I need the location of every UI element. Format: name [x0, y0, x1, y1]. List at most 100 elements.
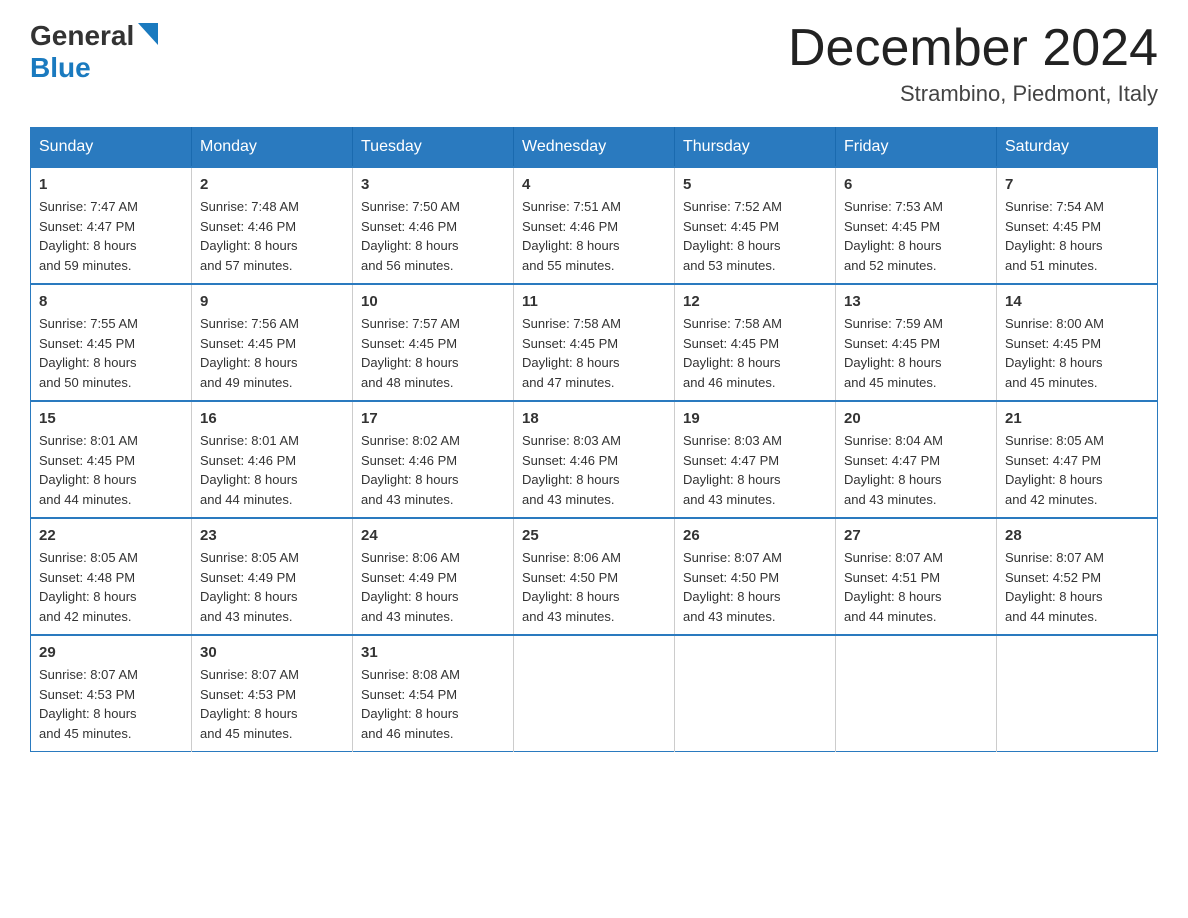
table-row: 18 Sunrise: 8:03 AMSunset: 4:46 PMDaylig… [514, 401, 675, 518]
table-row: 20 Sunrise: 8:04 AMSunset: 4:47 PMDaylig… [836, 401, 997, 518]
table-row: 10 Sunrise: 7:57 AMSunset: 4:45 PMDaylig… [353, 284, 514, 401]
day-info: Sunrise: 7:52 AMSunset: 4:45 PMDaylight:… [683, 199, 782, 273]
day-number: 16 [200, 410, 344, 427]
day-info: Sunrise: 8:07 AMSunset: 4:52 PMDaylight:… [1005, 550, 1104, 624]
calendar-week-5: 29 Sunrise: 8:07 AMSunset: 4:53 PMDaylig… [31, 635, 1158, 752]
day-info: Sunrise: 7:56 AMSunset: 4:45 PMDaylight:… [200, 316, 299, 390]
day-info: Sunrise: 8:03 AMSunset: 4:46 PMDaylight:… [522, 433, 621, 507]
day-info: Sunrise: 7:54 AMSunset: 4:45 PMDaylight:… [1005, 199, 1104, 273]
day-number: 31 [361, 644, 505, 661]
day-number: 19 [683, 410, 827, 427]
day-info: Sunrise: 7:58 AMSunset: 4:45 PMDaylight:… [522, 316, 621, 390]
table-row: 21 Sunrise: 8:05 AMSunset: 4:47 PMDaylig… [997, 401, 1158, 518]
table-row: 14 Sunrise: 8:00 AMSunset: 4:45 PMDaylig… [997, 284, 1158, 401]
calendar-header-row: Sunday Monday Tuesday Wednesday Thursday… [31, 128, 1158, 168]
table-row: 5 Sunrise: 7:52 AMSunset: 4:45 PMDayligh… [675, 167, 836, 284]
col-tuesday: Tuesday [353, 128, 514, 168]
page-header: General Blue December 2024 Strambino, Pi… [30, 20, 1158, 107]
day-number: 20 [844, 410, 988, 427]
table-row: 7 Sunrise: 7:54 AMSunset: 4:45 PMDayligh… [997, 167, 1158, 284]
day-info: Sunrise: 8:02 AMSunset: 4:46 PMDaylight:… [361, 433, 460, 507]
day-info: Sunrise: 8:07 AMSunset: 4:50 PMDaylight:… [683, 550, 782, 624]
day-info: Sunrise: 8:01 AMSunset: 4:46 PMDaylight:… [200, 433, 299, 507]
day-number: 10 [361, 293, 505, 310]
calendar-week-4: 22 Sunrise: 8:05 AMSunset: 4:48 PMDaylig… [31, 518, 1158, 635]
day-info: Sunrise: 8:07 AMSunset: 4:51 PMDaylight:… [844, 550, 943, 624]
table-row: 24 Sunrise: 8:06 AMSunset: 4:49 PMDaylig… [353, 518, 514, 635]
table-row: 25 Sunrise: 8:06 AMSunset: 4:50 PMDaylig… [514, 518, 675, 635]
day-info: Sunrise: 7:51 AMSunset: 4:46 PMDaylight:… [522, 199, 621, 273]
day-number: 8 [39, 293, 183, 310]
day-info: Sunrise: 8:00 AMSunset: 4:45 PMDaylight:… [1005, 316, 1104, 390]
day-number: 22 [39, 527, 183, 544]
day-number: 18 [522, 410, 666, 427]
calendar-week-2: 8 Sunrise: 7:55 AMSunset: 4:45 PMDayligh… [31, 284, 1158, 401]
col-thursday: Thursday [675, 128, 836, 168]
day-number: 9 [200, 293, 344, 310]
table-row: 2 Sunrise: 7:48 AMSunset: 4:46 PMDayligh… [192, 167, 353, 284]
day-info: Sunrise: 7:58 AMSunset: 4:45 PMDaylight:… [683, 316, 782, 390]
day-info: Sunrise: 8:05 AMSunset: 4:47 PMDaylight:… [1005, 433, 1104, 507]
table-row: 8 Sunrise: 7:55 AMSunset: 4:45 PMDayligh… [31, 284, 192, 401]
table-row: 30 Sunrise: 8:07 AMSunset: 4:53 PMDaylig… [192, 635, 353, 752]
day-number: 30 [200, 644, 344, 661]
day-number: 21 [1005, 410, 1149, 427]
logo-arrow-shape [138, 23, 158, 50]
logo-general-text: General [30, 20, 134, 52]
table-row: 17 Sunrise: 8:02 AMSunset: 4:46 PMDaylig… [353, 401, 514, 518]
day-info: Sunrise: 8:01 AMSunset: 4:45 PMDaylight:… [39, 433, 138, 507]
day-info: Sunrise: 8:04 AMSunset: 4:47 PMDaylight:… [844, 433, 943, 507]
day-info: Sunrise: 8:03 AMSunset: 4:47 PMDaylight:… [683, 433, 782, 507]
col-sunday: Sunday [31, 128, 192, 168]
day-number: 1 [39, 176, 183, 193]
page-subtitle: Strambino, Piedmont, Italy [788, 81, 1158, 107]
table-row: 22 Sunrise: 8:05 AMSunset: 4:48 PMDaylig… [31, 518, 192, 635]
logo: General Blue [30, 20, 158, 84]
day-number: 28 [1005, 527, 1149, 544]
day-info: Sunrise: 8:06 AMSunset: 4:49 PMDaylight:… [361, 550, 460, 624]
day-number: 7 [1005, 176, 1149, 193]
table-row [675, 635, 836, 752]
table-row: 1 Sunrise: 7:47 AMSunset: 4:47 PMDayligh… [31, 167, 192, 284]
day-number: 5 [683, 176, 827, 193]
day-number: 25 [522, 527, 666, 544]
day-number: 24 [361, 527, 505, 544]
table-row: 23 Sunrise: 8:05 AMSunset: 4:49 PMDaylig… [192, 518, 353, 635]
day-info: Sunrise: 8:07 AMSunset: 4:53 PMDaylight:… [200, 667, 299, 741]
day-info: Sunrise: 7:50 AMSunset: 4:46 PMDaylight:… [361, 199, 460, 273]
day-number: 29 [39, 644, 183, 661]
col-monday: Monday [192, 128, 353, 168]
day-info: Sunrise: 7:59 AMSunset: 4:45 PMDaylight:… [844, 316, 943, 390]
table-row [836, 635, 997, 752]
col-saturday: Saturday [997, 128, 1158, 168]
table-row: 13 Sunrise: 7:59 AMSunset: 4:45 PMDaylig… [836, 284, 997, 401]
logo-blue-text: Blue [30, 52, 91, 83]
day-info: Sunrise: 7:53 AMSunset: 4:45 PMDaylight:… [844, 199, 943, 273]
table-row: 31 Sunrise: 8:08 AMSunset: 4:54 PMDaylig… [353, 635, 514, 752]
day-number: 12 [683, 293, 827, 310]
title-section: December 2024 Strambino, Piedmont, Italy [788, 20, 1158, 107]
table-row: 29 Sunrise: 8:07 AMSunset: 4:53 PMDaylig… [31, 635, 192, 752]
day-number: 6 [844, 176, 988, 193]
col-friday: Friday [836, 128, 997, 168]
table-row: 11 Sunrise: 7:58 AMSunset: 4:45 PMDaylig… [514, 284, 675, 401]
day-info: Sunrise: 8:08 AMSunset: 4:54 PMDaylight:… [361, 667, 460, 741]
day-number: 23 [200, 527, 344, 544]
day-number: 17 [361, 410, 505, 427]
table-row: 19 Sunrise: 8:03 AMSunset: 4:47 PMDaylig… [675, 401, 836, 518]
calendar-week-3: 15 Sunrise: 8:01 AMSunset: 4:45 PMDaylig… [31, 401, 1158, 518]
table-row [514, 635, 675, 752]
day-info: Sunrise: 7:57 AMSunset: 4:45 PMDaylight:… [361, 316, 460, 390]
day-info: Sunrise: 8:07 AMSunset: 4:53 PMDaylight:… [39, 667, 138, 741]
table-row: 26 Sunrise: 8:07 AMSunset: 4:50 PMDaylig… [675, 518, 836, 635]
table-row: 28 Sunrise: 8:07 AMSunset: 4:52 PMDaylig… [997, 518, 1158, 635]
day-number: 14 [1005, 293, 1149, 310]
day-info: Sunrise: 7:47 AMSunset: 4:47 PMDaylight:… [39, 199, 138, 273]
calendar-table: Sunday Monday Tuesday Wednesday Thursday… [30, 127, 1158, 752]
table-row: 6 Sunrise: 7:53 AMSunset: 4:45 PMDayligh… [836, 167, 997, 284]
day-info: Sunrise: 8:05 AMSunset: 4:48 PMDaylight:… [39, 550, 138, 624]
day-info: Sunrise: 8:05 AMSunset: 4:49 PMDaylight:… [200, 550, 299, 624]
table-row: 12 Sunrise: 7:58 AMSunset: 4:45 PMDaylig… [675, 284, 836, 401]
page-title: December 2024 [788, 20, 1158, 77]
table-row: 16 Sunrise: 8:01 AMSunset: 4:46 PMDaylig… [192, 401, 353, 518]
